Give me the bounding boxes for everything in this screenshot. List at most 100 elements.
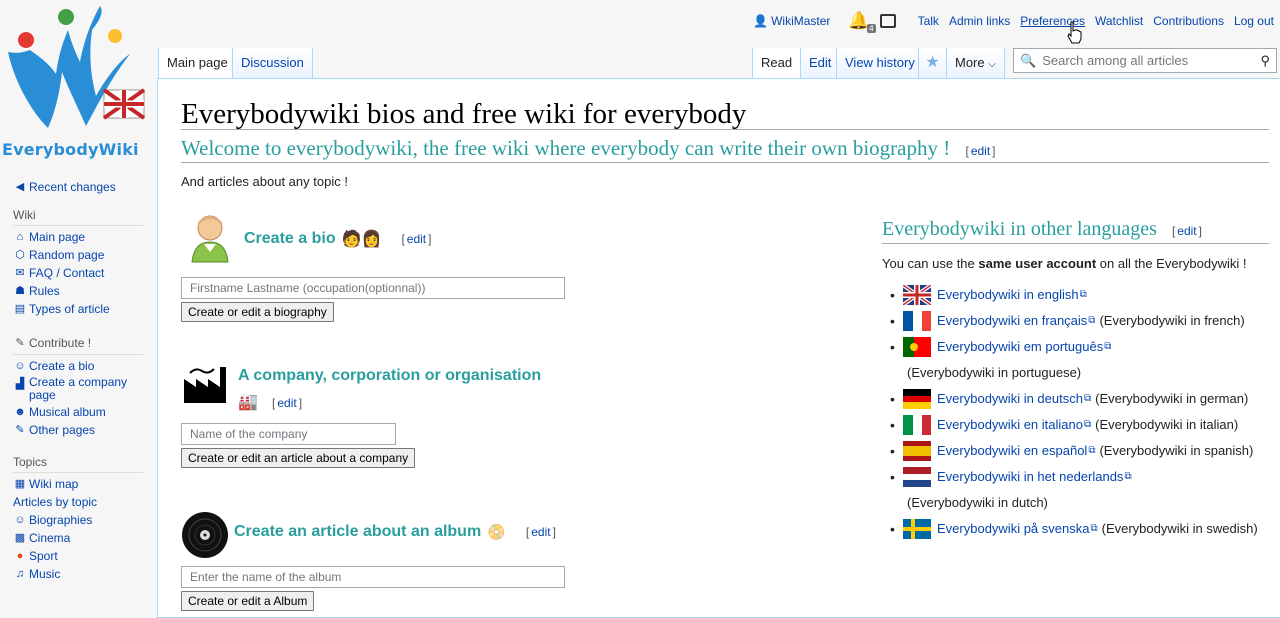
album-heading: Create an article about an album 📀 [edit… [234, 523, 556, 541]
notifications-bell-icon[interactable]: 🔔 4 [848, 11, 876, 33]
edit-section: [edit] [965, 144, 996, 158]
sidebar-item-label: Rules [29, 284, 60, 298]
man-emoji-icon: 🧑 [341, 231, 362, 248]
tab-more[interactable]: More ⌵ [946, 48, 1005, 78]
album-icon: ☻ [14, 406, 26, 418]
edit-section: [edit] [1171, 224, 1202, 238]
woman-emoji-icon: 👩 [361, 231, 382, 248]
list-item: Everybodywiki in english⧉ [890, 282, 1270, 308]
edit-link[interactable]: edit [1177, 224, 1196, 238]
sidebar-item-types-of-article[interactable]: ▤ Types of article [0, 300, 158, 318]
site-logo[interactable]: EverybodyWiki [0, 0, 158, 165]
contributions-link[interactable]: Contributions [1153, 14, 1224, 28]
map-icon: ▦ [14, 478, 26, 490]
language-link[interactable]: Everybodywiki en español [937, 438, 1087, 464]
edit-link[interactable]: edit [407, 232, 426, 246]
hand-cursor-icon [1067, 21, 1082, 44]
language-link[interactable]: Everybodywiki in het nederlands [937, 464, 1123, 490]
sidebar-item-create-company[interactable]: ▟ Create a company page [0, 375, 158, 403]
language-note: (Everybodywiki in swedish) [1101, 521, 1258, 536]
factory-icon: ▟ [15, 378, 25, 390]
bio-name-input[interactable]: Firstname Lastname (occupation(optionnal… [181, 277, 565, 299]
language-link[interactable]: Everybodywiki på svenska [937, 516, 1089, 542]
language-note: (Everybodywiki in german) [1095, 391, 1249, 406]
tab-read[interactable]: Read [752, 48, 801, 78]
album-name-input[interactable]: Enter the name of the album [181, 566, 565, 588]
list-item: Everybodywiki en français⧉ (Everybodywik… [890, 308, 1270, 334]
languages-heading-text: Everybodywiki in other languages [882, 218, 1157, 240]
sidebar-item-articles-by-topic[interactable]: Articles by topic [0, 493, 158, 511]
language-link[interactable]: Everybodywiki in english [937, 282, 1079, 308]
sidebar-item-other-pages[interactable]: ✎ Other pages [0, 421, 158, 439]
external-link-icon: ⧉ [1104, 341, 1112, 352]
sidebar-item-random-page[interactable]: ⬡ Random page [0, 246, 158, 264]
people-icon: ☺ [14, 360, 26, 372]
tab-view-history[interactable]: View history [836, 48, 923, 78]
tab-discussion[interactable]: Discussion [232, 48, 313, 78]
languages-heading: Everybodywiki in other languages [edit] [882, 218, 1202, 241]
search-icon-left: 🔍 [1020, 52, 1037, 68]
external-link-icon: ⧉ [1083, 393, 1092, 404]
user-link[interactable]: 👤 WikiMaster [753, 14, 830, 28]
sidebar-item-music[interactable]: ♫ Music [0, 565, 158, 583]
language-list: Everybodywiki in english⧉ Everybodywiki … [890, 282, 1270, 542]
people-icon: ☺ [14, 514, 26, 526]
company-name-input[interactable]: Name of the company [181, 423, 396, 445]
list-item: Everybodywiki på svenska⧉ (Everybodywiki… [890, 516, 1270, 542]
portugal-flag-icon [903, 337, 931, 357]
search-input[interactable]: Search among all articles [1042, 53, 1254, 68]
basketball-icon: ● [16, 550, 24, 562]
sidebar-item-wiki-map[interactable]: ▦ Wiki map [0, 475, 158, 493]
sidebar-item-create-bio[interactable]: ☺ Create a bio [0, 357, 158, 375]
language-note: (Everybodywiki in dutch) [907, 495, 1048, 510]
language-link[interactable]: Everybodywiki en italiano [937, 412, 1083, 438]
talk-link[interactable]: Talk [918, 14, 939, 28]
edit-section: [edit] [272, 396, 303, 410]
edit-icon: ✎ [15, 424, 25, 436]
edit-section: [edit] [525, 525, 556, 539]
external-link-icon: ⧉ [1090, 523, 1098, 534]
sidebar-item-musical-album[interactable]: ☻ Musical album [0, 403, 158, 421]
sidebar-item-label: Main page [29, 230, 86, 244]
languages-intro: You can use the same user account on all… [882, 256, 1246, 271]
sidebar-item-recent-changes[interactable]: ◀ Recent changes [0, 178, 158, 196]
sidebar-item-sport[interactable]: ● Sport [0, 547, 158, 565]
language-link[interactable]: Everybodywiki in deutsch [937, 386, 1083, 412]
external-link-icon: ⧉ [1079, 289, 1087, 300]
search-icon[interactable]: ⚲ [1260, 53, 1270, 69]
sidebar-item-label: Sport [29, 549, 58, 563]
sidebar-item-cinema[interactable]: ▩ Cinema [0, 529, 158, 547]
sidebar-item-faq-contact[interactable]: ✉ FAQ / Contact [0, 264, 158, 282]
watch-star-icon[interactable]: ★ [918, 48, 946, 78]
search-box[interactable]: 🔍 Search among all articles ⚲ [1013, 48, 1277, 73]
create-album-button[interactable]: Create or edit a Album [181, 591, 315, 611]
logout-link[interactable]: Log out [1234, 14, 1274, 28]
music-icon: ♫ [15, 568, 25, 580]
language-link[interactable]: Everybodywiki em português [937, 334, 1103, 360]
sidebar-item-rules[interactable]: ☗ Rules [0, 282, 158, 300]
edit-link[interactable]: edit [971, 144, 990, 158]
external-link-icon: ⧉ [1083, 419, 1092, 430]
language-note: (Everybodywiki in italian) [1095, 417, 1239, 432]
tab-more-label: More [955, 55, 985, 70]
user-icon: 👤 [753, 14, 769, 28]
list-item: Everybodywiki em português⧉ (Everybodywi… [890, 334, 1270, 386]
sidebar-item-label: Biographies [29, 513, 93, 527]
factory-icon [184, 367, 226, 403]
sweden-flag-icon [903, 519, 931, 539]
edit-link[interactable]: edit [531, 525, 550, 539]
admin-links-link[interactable]: Admin links [949, 14, 1010, 28]
megaphone-icon: ◀ [15, 181, 25, 193]
create-company-button[interactable]: Create or edit an article about a compan… [181, 448, 416, 468]
watchlist-link[interactable]: Watchlist [1095, 14, 1143, 28]
person-avatar-icon [191, 215, 229, 263]
create-biography-button[interactable]: Create or edit a biography [181, 302, 334, 322]
sidebar-item-biographies[interactable]: ☺ Biographies [0, 511, 158, 529]
tab-edit[interactable]: Edit [800, 48, 840, 78]
sidebar-item-main-page[interactable]: ⌂ Main page [0, 228, 158, 246]
tab-main-page[interactable]: Main page [158, 48, 236, 78]
mail-icon: ✉ [15, 267, 25, 279]
edit-link[interactable]: edit [277, 396, 296, 410]
notices-tray-icon[interactable] [879, 14, 896, 28]
language-link[interactable]: Everybodywiki en français [937, 308, 1087, 334]
